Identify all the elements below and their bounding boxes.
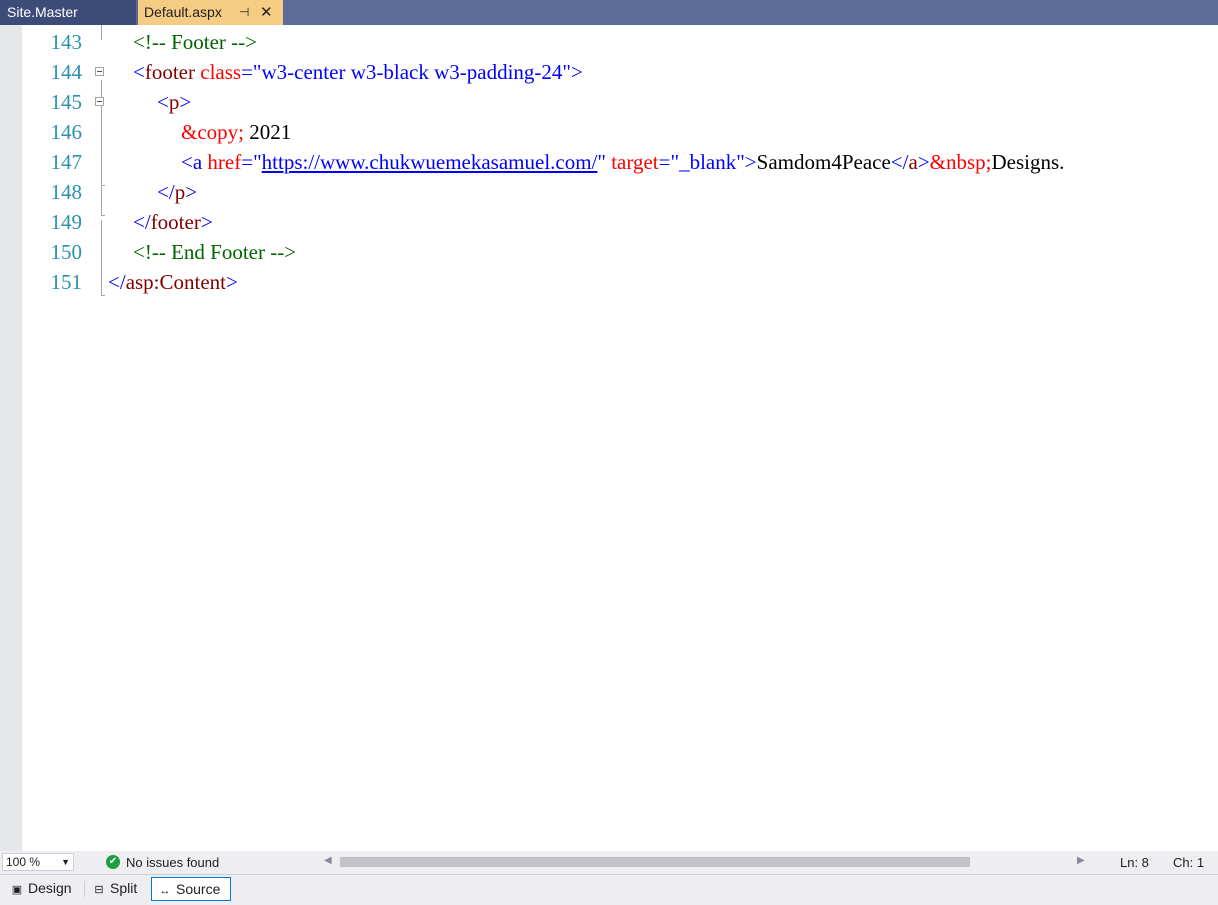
line-code: </asp:Content>: [108, 270, 238, 294]
code-line: 148 </p>: [0, 177, 1218, 207]
line-number: 147: [50, 150, 83, 174]
line-number: 148: [50, 180, 83, 204]
line-code: <!-- Footer -->: [133, 30, 257, 54]
line-indicator: Ln: 8: [1120, 855, 1149, 870]
line-number: 145: [50, 90, 83, 114]
line-code: <p>: [157, 90, 192, 114]
document-tab-strip: Site.Master Default.aspx ⊣ ✕: [0, 0, 1218, 25]
view-switcher: ▣ Design ⊟ Split ↔ Source: [0, 874, 1218, 905]
pin-icon[interactable]: ⊣: [239, 0, 249, 25]
collapse-footer-button[interactable]: [95, 67, 104, 76]
code-line: 145 <p>: [0, 87, 1218, 117]
design-view-button[interactable]: ▣ Design: [4, 877, 82, 901]
line-code: </p>: [157, 180, 198, 204]
line-number: 144: [50, 60, 83, 84]
tab-default-aspx-label: Default.aspx: [144, 4, 222, 20]
line-code: <a href="https://www.chukwuemekasamuel.c…: [181, 150, 1065, 174]
code-line: 150 <!-- End Footer -->: [0, 237, 1218, 267]
tab-default-aspx[interactable]: Default.aspx ⊣ ✕: [138, 0, 283, 25]
split-view-button[interactable]: ⊟ Split: [86, 877, 148, 901]
split-view-label: Split: [110, 880, 138, 896]
line-number: 150: [50, 240, 83, 264]
source-view-button[interactable]: ↔ Source: [151, 877, 231, 901]
line-number: 143: [50, 30, 83, 54]
code-editor[interactable]: 143 <!-- Footer --> 144 <footer class="w…: [0, 25, 1218, 851]
collapse-p-button[interactable]: [95, 97, 104, 106]
issues-status[interactable]: No issues found: [126, 855, 219, 870]
code-line: 149 </footer>: [0, 207, 1218, 237]
design-view-icon: ▣: [11, 884, 23, 896]
line-number: 146: [50, 120, 83, 144]
code-line: 147 <a href="https://www.chukwuemekasamu…: [0, 147, 1218, 177]
tab-site-master[interactable]: Site.Master: [0, 0, 137, 25]
chevron-down-icon: ▼: [61, 857, 70, 867]
zoom-value: 100 %: [6, 855, 41, 869]
url-link[interactable]: https://www.chukwuemekasamuel.com/: [262, 150, 598, 174]
code-line: 146 &copy; 2021: [0, 117, 1218, 147]
horizontal-scrollbar-thumb[interactable]: [340, 857, 970, 867]
line-code: <!-- End Footer -->: [133, 240, 297, 264]
zoom-dropdown[interactable]: 100 % ▼: [2, 853, 74, 871]
editor-status-bar: 100 % ▼ ✔ No issues found ◀ ▶ Ln: 8 Ch: …: [0, 851, 1218, 874]
code-line: 144 <footer class="w3-center w3-black w3…: [0, 57, 1218, 87]
scroll-right-icon[interactable]: ▶: [1077, 855, 1085, 866]
scroll-left-icon[interactable]: ◀: [324, 855, 332, 866]
source-view-icon: ↔: [159, 885, 171, 897]
view-separator: [84, 881, 85, 897]
split-view-icon: ⊟: [94, 884, 104, 896]
char-indicator: Ch: 1: [1173, 855, 1205, 870]
design-view-label: Design: [28, 880, 72, 896]
close-icon[interactable]: ✕: [260, 0, 273, 25]
check-circle-icon: ✔: [106, 855, 120, 869]
tab-site-master-label: Site.Master: [7, 4, 78, 20]
line-code: </footer>: [133, 210, 213, 234]
line-number: 151: [50, 270, 83, 294]
source-view-label: Source: [176, 881, 221, 897]
line-code: <footer class="w3-center w3-black w3-pad…: [133, 60, 583, 84]
code-line: 143 <!-- Footer -->: [0, 27, 1218, 57]
line-code: &copy; 2021: [181, 120, 292, 144]
line-number: 149: [50, 210, 83, 234]
code-line: 151 </asp:Content>: [0, 267, 1218, 297]
